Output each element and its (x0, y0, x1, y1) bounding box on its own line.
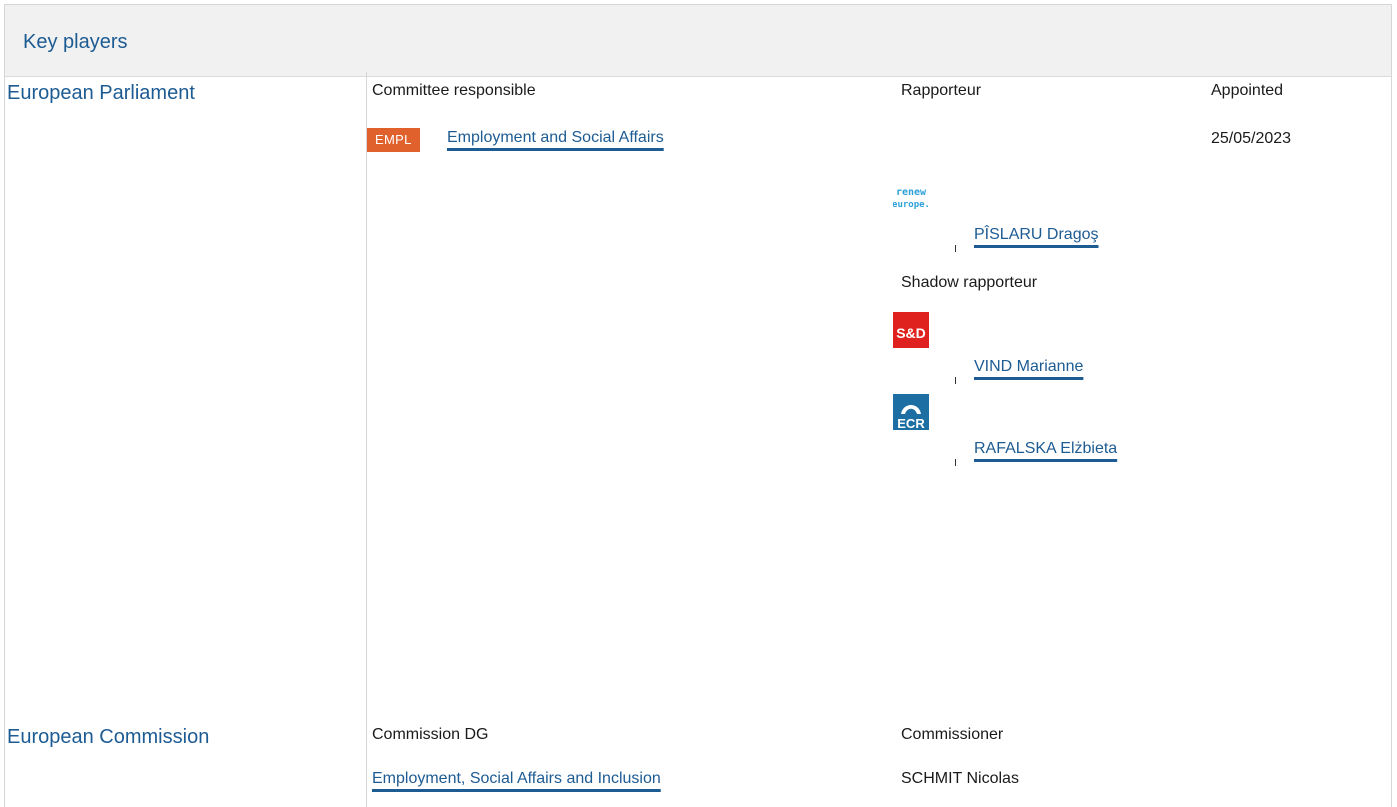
shadow-marker-1 (955, 377, 956, 384)
shadow-rapporteur-link-2[interactable]: RAFALSKA Elżbieta (974, 440, 1117, 458)
svg-text:europe.: europe. (893, 200, 929, 210)
appointed-date: 25/05/2023 (1211, 130, 1292, 147)
parliament-heading: European Parliament (7, 82, 195, 104)
shadow-rapporteur-label: Shadow rapporteur (901, 274, 1038, 291)
committee-responsible-label: Committee responsible (372, 82, 536, 99)
commission-dg-label: Commission DG (372, 726, 489, 743)
committee-link[interactable]: Employment and Social Affairs (447, 129, 664, 147)
commission-dg-link[interactable]: Employment, Social Affairs and Inclusion (372, 770, 661, 788)
shadow-rapporteur-link-1[interactable]: VIND Marianne (974, 358, 1083, 376)
sd-logo-icon: S&D (893, 312, 929, 348)
renew-europe-logo-icon: renew europe. (892, 180, 930, 216)
commissioner-label: Commissioner (901, 726, 1004, 743)
panel-title: Key players (23, 31, 128, 53)
column-divider (366, 72, 367, 807)
rapporteur-marker (955, 245, 956, 252)
svg-text:S&D: S&D (896, 325, 926, 341)
shadow-marker-2 (955, 459, 956, 466)
rapporteur-link[interactable]: PÎSLARU Dragoş (974, 226, 1099, 244)
ecr-logo-icon: ECR (893, 394, 929, 431)
commissioner-name: SCHMIT Nicolas (901, 770, 1019, 787)
panel-header: Key players (5, 5, 1391, 77)
appointed-label: Appointed (1211, 82, 1284, 99)
committee-badge: EMPL (367, 128, 420, 152)
commission-heading: European Commission (7, 726, 210, 748)
svg-text:ECR: ECR (897, 416, 925, 430)
svg-text:renew: renew (896, 187, 927, 198)
key-players-panel: Key players (4, 4, 1392, 807)
rapporteur-label: Rapporteur (901, 82, 982, 99)
